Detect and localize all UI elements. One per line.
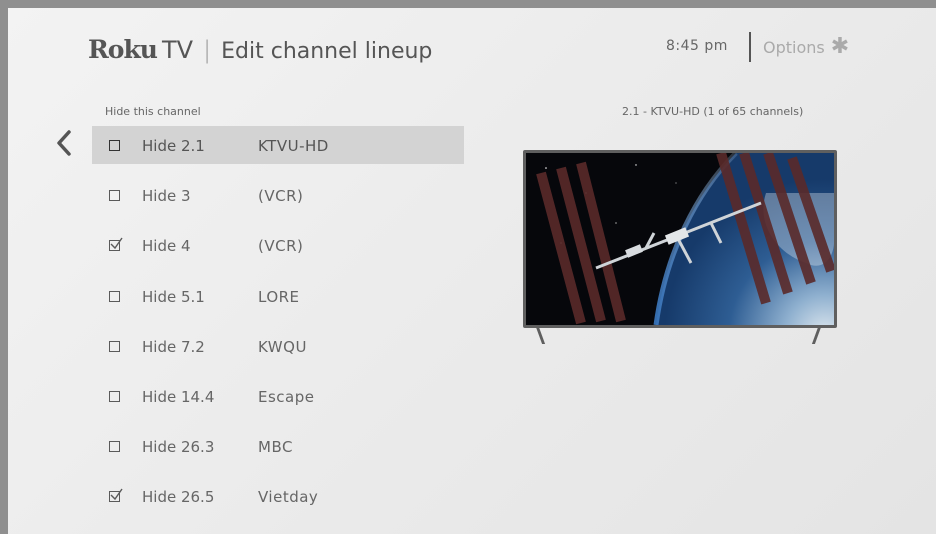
hide-label: Hide 26.3	[142, 438, 215, 457]
channel-row[interactable]: Hide 4 (VCR)	[92, 226, 464, 276]
header-brand: Roku TV | Edit channel lineup	[88, 35, 432, 64]
hide-label: Hide 14.4	[142, 387, 215, 406]
channel-name: MBC	[258, 438, 293, 457]
channel-row[interactable]: Hide 14.4 Escape	[92, 377, 464, 427]
options-button[interactable]: Options ✱	[763, 36, 849, 58]
channel-row[interactable]: Hide 7.2 KWQU	[92, 327, 464, 377]
tv-frame	[523, 150, 837, 328]
channel-name: KWQU	[258, 337, 307, 356]
channel-row[interactable]: Hide 2.1 KTVU-HD	[92, 126, 464, 176]
page-title: Edit channel lineup	[221, 39, 433, 64]
column-header: Hide this channel	[105, 105, 201, 118]
checkbox-icon[interactable]	[109, 190, 120, 202]
checkbox-icon[interactable]	[109, 340, 120, 352]
tv-preview	[520, 148, 840, 348]
channel-row[interactable]: Hide 3 (VCR)	[92, 176, 464, 226]
hide-label: Hide 26.5	[142, 488, 215, 507]
channel-preview-image	[526, 153, 834, 325]
chevron-left-icon[interactable]	[56, 130, 72, 160]
tv-logo-text: TV	[161, 36, 194, 64]
channel-name: (VCR)	[258, 187, 304, 206]
hide-label: Hide 3	[142, 187, 191, 206]
channel-row[interactable]: Hide 26.5 Vietday	[92, 477, 464, 527]
options-label: Options	[763, 37, 825, 57]
channel-name: KTVU-HD	[258, 137, 329, 155]
hide-label: Hide 7.2	[142, 337, 205, 356]
channel-name: Escape	[258, 387, 315, 406]
channel-name: LORE	[258, 287, 300, 306]
channel-row[interactable]: Hide 26.3 MBC	[92, 427, 464, 477]
tv-leg-left	[535, 327, 546, 344]
screen: Roku TV | Edit channel lineup 8:45 pm Op…	[8, 8, 936, 534]
tv-leg-right	[811, 327, 822, 344]
asterisk-icon: ✱	[830, 34, 850, 59]
roku-logo: Roku	[88, 35, 158, 64]
hide-label: Hide 2.1	[142, 137, 205, 155]
channel-info: 2.1 - KTVU-HD (1 of 65 channels)	[622, 105, 804, 118]
channel-row[interactable]: Hide 5.1 LORE	[92, 277, 464, 327]
checkbox-icon[interactable]	[109, 140, 120, 151]
checkbox-checked-icon[interactable]	[109, 237, 123, 252]
channel-name: Vietday	[258, 488, 319, 507]
checkbox-checked-icon[interactable]	[109, 488, 123, 503]
channel-list: Hide 2.1 KTVU-HD Hide 3 (VCR) Hide 4 (VCR) Hid…	[92, 126, 464, 528]
checkbox-icon[interactable]	[109, 441, 120, 453]
checkbox-icon[interactable]	[109, 390, 120, 402]
checkbox-icon[interactable]	[109, 290, 120, 302]
hide-label: Hide 5.1	[142, 287, 205, 306]
title-separator: |	[203, 36, 212, 64]
channel-name: (VCR)	[258, 237, 304, 256]
clock: 8:45 pm	[666, 38, 728, 54]
hide-label: Hide 4	[142, 237, 191, 256]
header-divider	[749, 32, 751, 62]
